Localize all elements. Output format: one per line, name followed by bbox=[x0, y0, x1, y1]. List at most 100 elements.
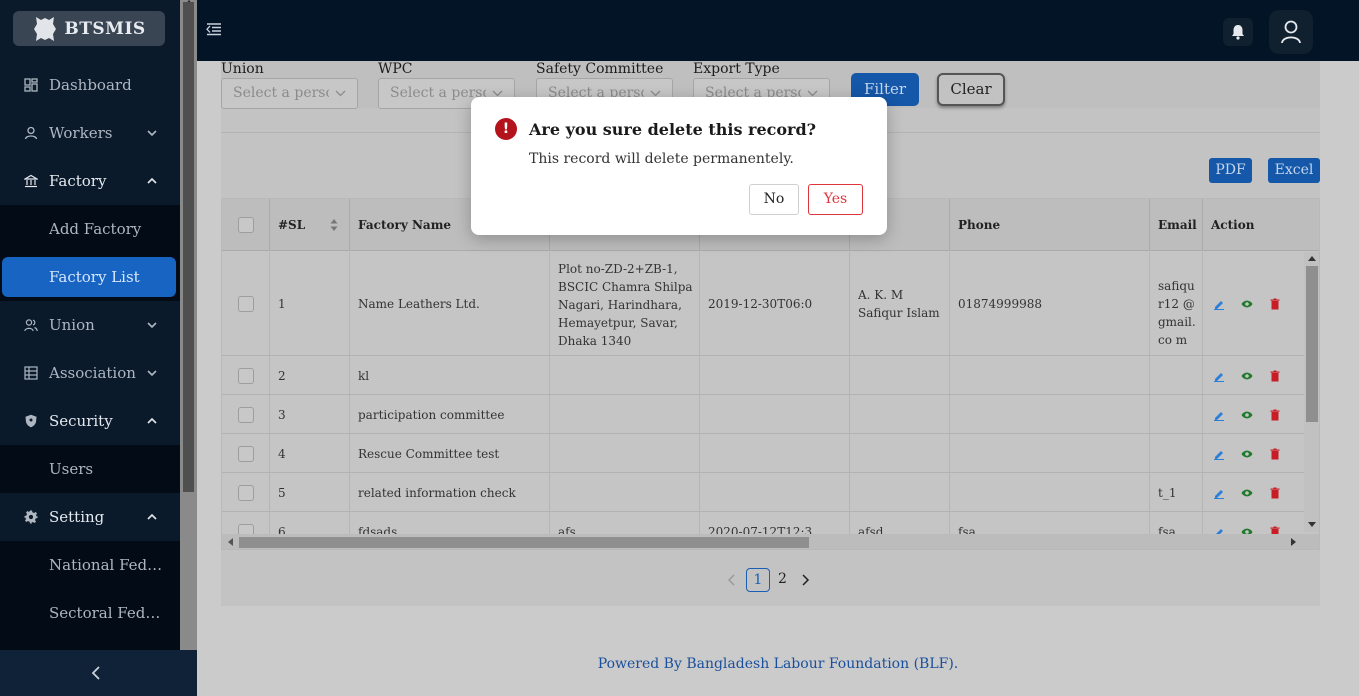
scroll-down-arrow-icon[interactable] bbox=[1308, 522, 1316, 528]
chevron-down-icon bbox=[147, 130, 157, 137]
sidebar-subitem-sectoral-federation[interactable]: Sectoral Federation bbox=[0, 589, 180, 637]
sidebar-item-label: Association bbox=[49, 364, 136, 382]
select-all-checkbox[interactable] bbox=[238, 217, 254, 233]
next-page-icon[interactable] bbox=[800, 573, 810, 587]
sidebar-item-label: Workers bbox=[49, 124, 113, 142]
edit-icon[interactable] bbox=[1213, 370, 1225, 382]
exclamation-circle-icon: ! bbox=[495, 118, 517, 140]
view-icon[interactable] bbox=[1241, 448, 1253, 460]
edit-icon[interactable] bbox=[1213, 298, 1225, 310]
cell-address: Plot no-ZD-2+ZB-1, BSCIC Chamra Shilpa N… bbox=[550, 252, 700, 355]
sidebar-item-label: Dashboard bbox=[49, 76, 132, 94]
dialog-title: Are you sure delete this record? bbox=[529, 120, 817, 139]
sidebar-subitem-label: Users bbox=[49, 460, 94, 478]
cell-text: Rescue Committee test bbox=[358, 446, 500, 461]
bank-icon bbox=[24, 174, 38, 188]
scroll-up-arrow-icon[interactable] bbox=[1308, 255, 1316, 261]
scroll-left-arrow-icon[interactable] bbox=[227, 538, 233, 546]
sidebar-footer bbox=[0, 650, 197, 696]
union-select[interactable]: Select a person bbox=[221, 78, 358, 109]
cell-phone bbox=[950, 356, 1150, 394]
cell-text: 5 bbox=[278, 485, 286, 500]
view-icon[interactable] bbox=[1241, 370, 1253, 382]
row-checkbox[interactable] bbox=[238, 367, 254, 384]
view-icon[interactable] bbox=[1241, 298, 1253, 310]
delete-icon[interactable] bbox=[1269, 448, 1281, 460]
table-horizontal-scrollbar[interactable] bbox=[222, 534, 1319, 549]
edit-icon[interactable] bbox=[1213, 448, 1225, 460]
notifications-button[interactable] bbox=[1223, 18, 1253, 46]
sidebar-item-dashboard[interactable]: Dashboard bbox=[0, 61, 180, 109]
cell-name: kl bbox=[350, 356, 550, 394]
sidebar-subitem-add-factory[interactable]: Add Factory bbox=[0, 205, 180, 253]
sidebar-subitem-users[interactable]: Users bbox=[0, 445, 180, 493]
sidebar-item-workers[interactable]: Workers bbox=[0, 109, 180, 157]
delete-icon[interactable] bbox=[1269, 409, 1281, 421]
sidebar-item-association[interactable]: Association bbox=[0, 349, 180, 397]
table-hscroll-thumb[interactable] bbox=[239, 537, 809, 548]
header-email-label: Email bbox=[1158, 218, 1197, 232]
sidebar-scroll-thumb[interactable] bbox=[183, 2, 194, 492]
cancel-button[interactable]: No bbox=[749, 184, 799, 215]
sidebar-subitem-label: Factory List bbox=[49, 268, 140, 286]
export-excel-button[interactable]: Excel bbox=[1268, 158, 1320, 183]
row-actions bbox=[1203, 434, 1304, 472]
app-logo[interactable]: BTSMIS bbox=[13, 11, 165, 46]
edit-icon[interactable] bbox=[1213, 487, 1225, 499]
row-select-cell bbox=[222, 356, 270, 394]
view-icon[interactable] bbox=[1241, 487, 1253, 499]
dialog-description: This record will delete permanentely. bbox=[529, 151, 794, 167]
cell-owner bbox=[850, 434, 950, 472]
cell-sl: 5 bbox=[270, 473, 350, 511]
page-1-button[interactable]: 1 bbox=[746, 568, 770, 592]
row-actions bbox=[1203, 395, 1304, 433]
row-checkbox[interactable] bbox=[238, 484, 254, 501]
cell-date bbox=[700, 473, 850, 511]
cell-date: 2019-12-30T06:0 bbox=[700, 252, 850, 355]
gear-icon bbox=[24, 510, 38, 524]
sidebar-item-label: Setting bbox=[49, 508, 105, 526]
cell-text: t_1 bbox=[1158, 485, 1177, 500]
sidebar-subitem-factory-list[interactable]: Factory List bbox=[2, 257, 176, 297]
view-icon[interactable] bbox=[1241, 409, 1253, 421]
table-vscroll-thumb[interactable] bbox=[1306, 266, 1318, 422]
scroll-right-arrow-icon[interactable] bbox=[1291, 538, 1297, 546]
row-checkbox[interactable] bbox=[238, 406, 254, 423]
union-filter-label: Union bbox=[221, 61, 264, 77]
footer-credit[interactable]: Powered By Bangladesh Labour Foundation … bbox=[197, 656, 1359, 672]
cell-name: Name Leathers Ltd. bbox=[350, 252, 550, 355]
collapse-sidebar-icon[interactable] bbox=[88, 664, 104, 682]
cell-text: 3 bbox=[278, 407, 286, 422]
sidebar-item-setting[interactable]: Setting bbox=[0, 493, 180, 541]
chevron-up-icon bbox=[147, 417, 157, 424]
clear-button[interactable]: Clear bbox=[937, 73, 1005, 106]
cell-name: participation committee bbox=[350, 395, 550, 433]
row-select-cell bbox=[222, 252, 270, 355]
table-vertical-scrollbar[interactable] bbox=[1304, 252, 1319, 532]
header-action: Action bbox=[1203, 199, 1319, 251]
menu-toggle-icon[interactable] bbox=[206, 22, 222, 36]
sidebar-item-union[interactable]: Union bbox=[0, 301, 180, 349]
cell-address bbox=[550, 356, 700, 394]
previous-page-icon[interactable] bbox=[727, 573, 737, 587]
delete-icon[interactable] bbox=[1269, 298, 1281, 310]
user-menu-button[interactable] bbox=[1269, 10, 1313, 54]
row-checkbox[interactable] bbox=[238, 296, 254, 312]
page-2-button[interactable]: 2 bbox=[778, 571, 787, 587]
delete-icon[interactable] bbox=[1269, 487, 1281, 499]
sort-icon[interactable] bbox=[330, 218, 338, 232]
delete-icon[interactable] bbox=[1269, 370, 1281, 382]
cell-text: 4 bbox=[278, 446, 286, 461]
export-pdf-button[interactable]: PDF bbox=[1209, 158, 1252, 183]
edit-icon[interactable] bbox=[1213, 409, 1225, 421]
sidebar-scrollbar[interactable] bbox=[180, 0, 197, 650]
sidebar-subitem-national-federation[interactable]: National Federation bbox=[0, 541, 180, 589]
row-checkbox[interactable] bbox=[238, 445, 254, 462]
header-sl[interactable]: #SL bbox=[270, 199, 350, 251]
leather-hide-icon bbox=[34, 16, 57, 41]
cell-date bbox=[700, 434, 850, 472]
sidebar-item-security[interactable]: Security bbox=[0, 397, 180, 445]
confirm-delete-button[interactable]: Yes bbox=[808, 184, 863, 215]
sidebar-item-factory[interactable]: Factory bbox=[0, 157, 180, 205]
safety-committee-filter-label: Safety Committee bbox=[536, 61, 664, 77]
